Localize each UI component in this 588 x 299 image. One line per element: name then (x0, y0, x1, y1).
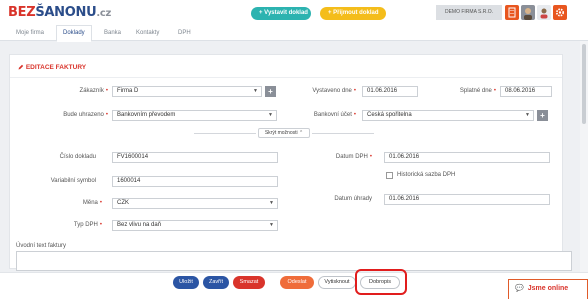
tab-kontakty[interactable]: Kontakty (136, 26, 159, 41)
currency-select[interactable]: CZK ▼ (112, 198, 278, 209)
vat-type-select[interactable]: Bez vlivu na daň ▼ (112, 220, 278, 231)
panel-title: EDITACE FAKTURY (18, 64, 86, 71)
main-tabs: Moje firma Doklady Banka Kontakty DPH (0, 25, 588, 42)
chevron-down-icon: ▼ (269, 222, 274, 228)
vat-date-input[interactable]: 01.06.2016 (384, 152, 550, 163)
payment-date-label: Datum úhrady (334, 196, 372, 202)
chevron-down-icon: ▼ (269, 200, 274, 206)
payment-method-label: Bude uhrazeno • (63, 112, 108, 118)
company-selector[interactable]: DEMO FIRMA S.R.O. (436, 5, 502, 20)
due-label: Splatné dne • (459, 88, 496, 94)
bank-account-select[interactable]: Česká spořitelna ▼ (362, 110, 534, 121)
currency-label: Měna • (82, 200, 102, 206)
historical-vat-label: Historická sazba DPH (397, 172, 456, 178)
tab-doklady[interactable]: Doklady (56, 25, 92, 42)
issue-invoice-button[interactable]: + Vystavit doklad (251, 7, 311, 20)
chevron-down-icon: ▼ (525, 112, 530, 118)
tab-dph[interactable]: DPH (178, 26, 191, 41)
chevron-down-icon: ▼ (268, 112, 273, 118)
intro-text-textarea[interactable] (16, 251, 572, 271)
scrollbar-thumb[interactable] (582, 44, 586, 124)
chat-widget[interactable]: 💬 Jsme online (508, 279, 588, 299)
issued-date-input[interactable]: 01.06.2016 (362, 86, 418, 97)
add-customer-button[interactable]: + (265, 86, 276, 97)
document-number-input[interactable]: FV1600014 (112, 152, 278, 163)
vat-type-label: Typ DPH • (73, 222, 102, 228)
user-icon[interactable] (537, 5, 551, 20)
historical-vat-checkbox[interactable] (386, 172, 393, 179)
delete-button[interactable]: Smazat (233, 276, 265, 289)
issued-label: Vystaveno dne • (312, 88, 356, 94)
document-number-label: Číslo dokladu (59, 154, 96, 160)
chat-icon: 💬 (515, 285, 524, 292)
divider (312, 133, 374, 134)
payment-method-select[interactable]: Bankovním převodem ▼ (112, 110, 277, 121)
send-button[interactable]: Odeslat (280, 276, 314, 289)
intro-text-label: Úvodní text faktury (16, 243, 67, 249)
top-bar: BEZŠANONU.cz + Vystavit doklad + Přijmou… (0, 0, 588, 26)
print-button[interactable]: Vytisknout (318, 276, 356, 289)
due-date-input[interactable]: 08.06.2016 (500, 86, 552, 97)
bank-account-label: Bankovní účet • (313, 112, 356, 118)
add-bank-account-button[interactable]: + (537, 110, 548, 121)
customer-select[interactable]: Firma D ▼ (112, 86, 262, 97)
logo[interactable]: BEZŠANONU.cz (8, 5, 111, 20)
save-button[interactable]: Uložit (173, 276, 199, 289)
toggle-options-button[interactable]: Skrýt možnosti ⌃ (258, 128, 310, 138)
edit-icon (18, 64, 24, 70)
variable-symbol-label: Variabilní symbol (50, 178, 96, 184)
close-button[interactable]: Zavřít (203, 276, 229, 289)
variable-symbol-input[interactable]: 1600014 (112, 176, 278, 187)
divider (10, 77, 562, 78)
tab-moje-firma[interactable]: Moje firma (16, 26, 44, 41)
chevron-down-icon: ▼ (253, 88, 258, 94)
building-icon[interactable] (505, 5, 519, 20)
gear-icon[interactable] (553, 5, 567, 20)
customer-label: Zákazník • (79, 88, 108, 94)
user-avatar[interactable] (521, 5, 535, 20)
receive-invoice-button[interactable]: + Přijmout doklad (320, 7, 386, 20)
payment-date-input[interactable]: 01.06.2016 (384, 194, 550, 205)
divider (194, 133, 256, 134)
tab-banka[interactable]: Banka (104, 26, 121, 41)
vat-date-label: Datum DPH • (335, 154, 372, 160)
highlight-box (355, 269, 407, 295)
